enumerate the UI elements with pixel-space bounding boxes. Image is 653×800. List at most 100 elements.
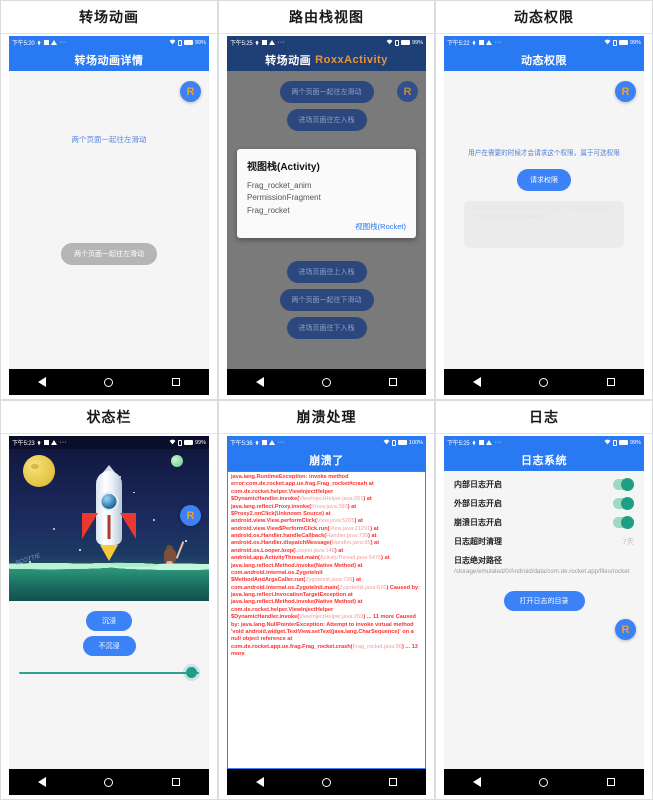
signal-icon bbox=[169, 439, 176, 447]
wifi-icon bbox=[36, 440, 42, 446]
log-row-crash[interactable]: 崩溃日志开启 bbox=[444, 509, 644, 529]
sim-icon bbox=[177, 439, 182, 446]
nav-recents-icon[interactable] bbox=[389, 778, 397, 786]
nav-back-icon[interactable] bbox=[38, 777, 47, 787]
immersive-off-button[interactable]: 不沉浸 bbox=[82, 636, 136, 656]
warning-icon bbox=[486, 40, 493, 45]
log-label: 外部日志开启 bbox=[454, 499, 502, 508]
stacktrace-segment: Frag_rocket.java:90 bbox=[352, 643, 402, 650]
crash-log-toggle[interactable] bbox=[613, 516, 634, 529]
app-icon bbox=[44, 440, 50, 445]
nav-back-icon[interactable] bbox=[473, 777, 482, 787]
transition-hint-text: 两个页面一起往左滑动 bbox=[71, 135, 147, 144]
log-timeout-value: 7天 bbox=[622, 537, 634, 546]
app-bar-title: 转场动画详情 bbox=[9, 49, 209, 71]
rocket-fab-button[interactable]: R bbox=[397, 81, 418, 102]
nav-home-icon[interactable] bbox=[322, 377, 331, 387]
nav-back-icon[interactable] bbox=[38, 377, 47, 387]
list-item: PermissionFragment bbox=[247, 193, 321, 203]
status-time: 下午5:22 bbox=[447, 41, 470, 47]
sim-icon bbox=[394, 39, 399, 46]
warning-icon bbox=[51, 40, 58, 45]
slide-down-button[interactable]: 两个页面一起往下滑动 bbox=[279, 289, 374, 311]
push-left-button[interactable]: 进场页面往左入栈 bbox=[286, 109, 367, 131]
wifi-icon bbox=[471, 440, 477, 446]
nav-home-icon[interactable] bbox=[104, 377, 114, 387]
battery-percent: 99% bbox=[411, 39, 423, 46]
slider-track bbox=[19, 672, 199, 674]
internal-log-toggle[interactable] bbox=[613, 478, 634, 491]
rocket-fab-button[interactable]: R bbox=[615, 81, 636, 102]
nav-recents-icon[interactable] bbox=[606, 378, 615, 386]
nav-recents-icon[interactable] bbox=[171, 378, 180, 386]
nav-back-icon[interactable] bbox=[256, 377, 264, 387]
nav-home-icon[interactable] bbox=[539, 377, 549, 387]
more-dots-icon: ··· bbox=[494, 438, 502, 446]
cell-title: 动态权限 bbox=[436, 1, 652, 34]
cell-title: 转场动画 bbox=[1, 1, 217, 34]
phone-frame: 下午5:25 ··· 99% bbox=[227, 36, 426, 395]
moon-icon bbox=[23, 455, 55, 487]
alpha-slider[interactable] bbox=[19, 667, 199, 679]
stacktrace-segment: View.java:5265 bbox=[316, 518, 355, 525]
log-row-timeout[interactable]: 日志超时清理 7天 bbox=[444, 528, 644, 547]
open-log-directory-button[interactable]: 打开日志的目录 bbox=[503, 590, 585, 611]
rocket-fab-button[interactable]: R bbox=[615, 619, 636, 640]
nav-home-icon[interactable] bbox=[322, 777, 331, 787]
log-row-internal[interactable]: 内部日志开启 bbox=[444, 471, 644, 491]
list-item: Frag_rocket bbox=[247, 205, 290, 215]
status-right-icons: 99% bbox=[169, 439, 206, 447]
status-bar: 下午5:25 ··· 99% bbox=[444, 436, 644, 449]
push-up-button[interactable]: 进场页面往上入栈 bbox=[286, 261, 367, 283]
stacktrace-segment: View.java:21291 bbox=[329, 525, 371, 532]
nav-recents-icon[interactable] bbox=[389, 378, 397, 386]
log-row-external[interactable]: 外部日志开启 bbox=[444, 490, 644, 510]
nav-home-icon[interactable] bbox=[539, 777, 549, 787]
planet-icon bbox=[171, 455, 183, 467]
dialog-action-rocket-stack[interactable]: 视图栈(Rocket) bbox=[247, 221, 406, 232]
signal-icon bbox=[383, 439, 390, 447]
android-nav-bar bbox=[444, 769, 644, 795]
more-dots-icon: ··· bbox=[59, 438, 67, 446]
cell-status-bar: 状态栏 下午5:23 ··· 99% SCOTTIE R 沉浸 不沉浸 bbox=[0, 400, 218, 800]
screen-content: SCOTTIE R 沉浸 不沉浸 bbox=[9, 449, 209, 769]
slider-thumb[interactable] bbox=[186, 667, 197, 678]
rocket-window bbox=[99, 492, 119, 511]
battery-icon bbox=[183, 40, 193, 45]
open-log-dir-wrap: 打开日志的目录 bbox=[444, 590, 644, 611]
app-icon bbox=[262, 440, 268, 445]
status-right-icons: 99% bbox=[169, 39, 206, 47]
external-log-toggle[interactable] bbox=[613, 497, 634, 510]
sim-icon bbox=[391, 439, 396, 446]
phone-frame: 下午5:23 ··· 99% SCOTTIE R 沉浸 不沉浸 bbox=[9, 436, 209, 795]
nav-back-icon[interactable] bbox=[473, 377, 482, 387]
rocket-stripe bbox=[107, 515, 111, 539]
nav-recents-icon[interactable] bbox=[606, 778, 615, 786]
battery-icon bbox=[400, 40, 410, 45]
status-left-icons: ··· bbox=[36, 438, 67, 446]
rocket-fab-button[interactable]: R bbox=[180, 81, 201, 102]
wifi-icon bbox=[254, 440, 260, 446]
slide-left-button[interactable]: 两个页面一起往左滑动 bbox=[61, 243, 157, 265]
status-left-icons: ··· bbox=[254, 39, 284, 46]
nav-back-icon[interactable] bbox=[256, 777, 264, 787]
view-stack-dialog: 视图栈(Activity) Frag_rocket_anim Permissio… bbox=[237, 149, 416, 239]
slide-left-button[interactable]: 两个页面一起往左滑动 bbox=[279, 81, 374, 103]
android-nav-bar bbox=[9, 769, 209, 795]
nav-home-icon[interactable] bbox=[104, 777, 114, 787]
immersive-on-button[interactable]: 沉浸 bbox=[86, 611, 132, 631]
sim-icon bbox=[612, 39, 617, 46]
cell-route-stack-view: 路由栈视图 下午5:25 ··· 99% 转场动画 RoxxActivity R… bbox=[218, 0, 435, 400]
warning-icon bbox=[51, 440, 58, 445]
app-bar-activity-name: RoxxActivity bbox=[315, 54, 388, 66]
push-down-button[interactable]: 进场页面往下入栈 bbox=[286, 317, 367, 339]
status-time: 下午5:20 bbox=[12, 41, 35, 47]
immersive-buttons: 沉浸 不沉浸 bbox=[9, 611, 209, 656]
stacktrace-segment: Proxy.java:393 bbox=[311, 503, 348, 510]
request-permission-button[interactable]: 请求权限 bbox=[517, 169, 571, 191]
app-icon bbox=[44, 40, 50, 45]
status-right-icons: 100% bbox=[383, 439, 423, 447]
rocket-fab-button[interactable]: R bbox=[180, 505, 201, 526]
status-right-icons: 99% bbox=[604, 39, 641, 47]
nav-recents-icon[interactable] bbox=[171, 778, 180, 786]
